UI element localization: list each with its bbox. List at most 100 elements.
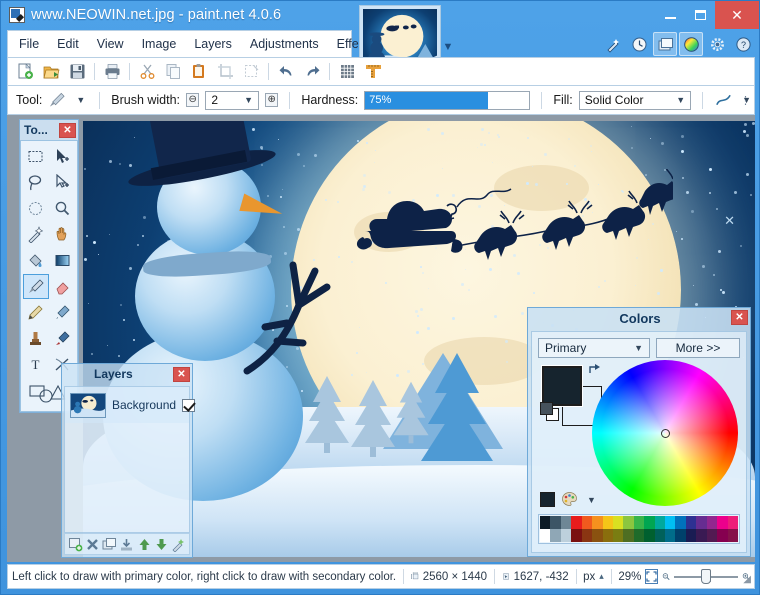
ellipse-select-tool[interactable]	[23, 196, 49, 221]
rectangle-select-tool[interactable]	[23, 144, 49, 169]
zoom-slider[interactable]	[674, 569, 738, 584]
palette-swatch[interactable]	[612, 516, 624, 529]
palette-swatch[interactable]	[717, 529, 728, 542]
move-layer-up-button[interactable]	[137, 536, 152, 552]
zoom-slider-thumb[interactable]	[701, 569, 712, 584]
layers-window[interactable]: Layers ✕ Background	[61, 363, 196, 558]
delete-layer-button[interactable]	[85, 536, 100, 552]
palette-swatch[interactable]	[685, 516, 697, 529]
minimize-button[interactable]	[655, 1, 685, 29]
lasso-select-tool[interactable]	[23, 170, 49, 195]
palette-dropdown-caret[interactable]: ▼	[584, 495, 599, 505]
rulers-button[interactable]	[360, 60, 386, 84]
palette-swatch[interactable]	[654, 516, 666, 529]
palette-swatch[interactable]	[581, 529, 593, 542]
palette-swatch[interactable]	[560, 516, 572, 529]
palette-swatch[interactable]	[623, 529, 634, 542]
tools-window-close-button[interactable]: ✕	[59, 122, 76, 138]
colors-window[interactable]: Colors ✕ Primary ▼ More >> ▼	[527, 307, 751, 557]
pan-tool[interactable]	[50, 222, 76, 247]
add-new-layer-button[interactable]	[68, 536, 83, 552]
new-image-button[interactable]	[12, 60, 38, 84]
palette-swatch[interactable]	[696, 516, 707, 529]
palette-swatch[interactable]	[571, 529, 582, 542]
palette-swatch[interactable]	[571, 516, 582, 529]
options-overflow-icon[interactable]: ⋮	[740, 94, 751, 107]
tool-dropdown-caret[interactable]: ▼	[73, 95, 88, 105]
palette-swatch[interactable]	[592, 516, 603, 529]
menu-image[interactable]: Image	[133, 33, 186, 55]
more-colors-button[interactable]: More >>	[656, 338, 740, 358]
palette-swatch[interactable]	[602, 529, 613, 542]
palette-swatch[interactable]	[550, 529, 561, 542]
maximize-button[interactable]	[685, 1, 715, 29]
paint-bucket-tool[interactable]	[23, 248, 49, 273]
layers-window-close-button[interactable]: ✕	[173, 366, 190, 382]
magic-wand-tool[interactable]	[23, 222, 49, 247]
color-picker-tool[interactable]	[50, 300, 76, 325]
palette-row-2[interactable]	[540, 529, 739, 542]
palette-swatch[interactable]	[633, 516, 645, 529]
duplicate-layer-button[interactable]	[102, 536, 117, 552]
units-caret-icon[interactable]: ▴	[599, 571, 604, 582]
redo-button[interactable]	[299, 60, 325, 84]
zoom-tool[interactable]	[50, 196, 76, 221]
palette-swatch[interactable]	[727, 516, 739, 529]
palette-swatch[interactable]	[560, 529, 572, 542]
palette-row-1[interactable]	[540, 516, 739, 529]
color-mode-dropdown[interactable]: Primary ▼	[538, 338, 650, 358]
palette-swatch[interactable]	[696, 529, 707, 542]
thumbnail-dropdown-arrow[interactable]: ▼	[441, 41, 455, 53]
palette-swatch[interactable]	[633, 529, 645, 542]
deselect-all-button[interactable]	[238, 60, 264, 84]
color-wheel-cursor[interactable]	[660, 428, 670, 438]
layers-list[interactable]: Background	[64, 386, 196, 533]
palette-icon[interactable]	[561, 491, 578, 508]
default-colors-swatch[interactable]	[540, 402, 553, 415]
copy-button[interactable]	[160, 60, 186, 84]
pencil-tool[interactable]	[23, 300, 49, 325]
palette-swatch[interactable]	[675, 529, 686, 542]
menu-adjustments[interactable]: Adjustments	[241, 33, 328, 55]
palette-swatch[interactable]	[644, 529, 655, 542]
text-tool[interactable]: T	[23, 352, 49, 377]
layer-row[interactable]: Background	[65, 387, 196, 423]
fit-to-window-button[interactable]	[645, 569, 659, 584]
palette-swatch[interactable]	[644, 516, 655, 529]
palette-swatch[interactable]	[665, 516, 676, 529]
palette-swatch[interactable]	[540, 529, 551, 542]
palette-swatch[interactable]	[602, 516, 613, 529]
paintbrush-tool[interactable]	[23, 274, 49, 299]
recolor-tool[interactable]	[50, 326, 76, 351]
brush-width-input[interactable]: 2 ▼	[205, 90, 259, 110]
palette-swatch[interactable]	[550, 516, 561, 529]
open-image-button[interactable]	[38, 60, 64, 84]
fill-dropdown[interactable]: Solid Color ▼	[578, 90, 692, 110]
menu-file[interactable]: File	[10, 33, 48, 55]
palette-swatch[interactable]	[675, 516, 686, 529]
history-window-button[interactable]	[627, 32, 651, 56]
print-image-button[interactable]	[99, 60, 125, 84]
swap-colors-icon[interactable]	[587, 362, 603, 378]
close-button[interactable]: ✕	[715, 1, 759, 29]
palette-swatch[interactable]	[540, 516, 551, 529]
undo-button[interactable]	[273, 60, 299, 84]
antialiasing-icon[interactable]	[714, 91, 733, 109]
settings-button[interactable]	[705, 32, 729, 56]
color-palette[interactable]	[538, 514, 740, 544]
move-selection-tool[interactable]	[50, 170, 76, 195]
palette-swatch[interactable]	[706, 529, 718, 542]
eraser-tool[interactable]	[50, 274, 76, 299]
palette-swatch[interactable]	[623, 516, 634, 529]
palette-swatch[interactable]	[654, 529, 666, 542]
palette-swatch[interactable]	[665, 529, 676, 542]
colors-window-close-button[interactable]: ✕	[731, 310, 748, 325]
gradient-tool[interactable]	[50, 248, 76, 273]
palette-swatch[interactable]	[612, 529, 624, 542]
clone-stamp-tool[interactable]	[23, 326, 49, 351]
layer-properties-button[interactable]	[171, 536, 186, 552]
merge-layer-down-button[interactable]	[119, 536, 134, 552]
palette-swatch[interactable]	[592, 529, 603, 542]
colors-window-button[interactable]	[679, 32, 703, 56]
primary-color-swatch[interactable]	[541, 365, 583, 407]
